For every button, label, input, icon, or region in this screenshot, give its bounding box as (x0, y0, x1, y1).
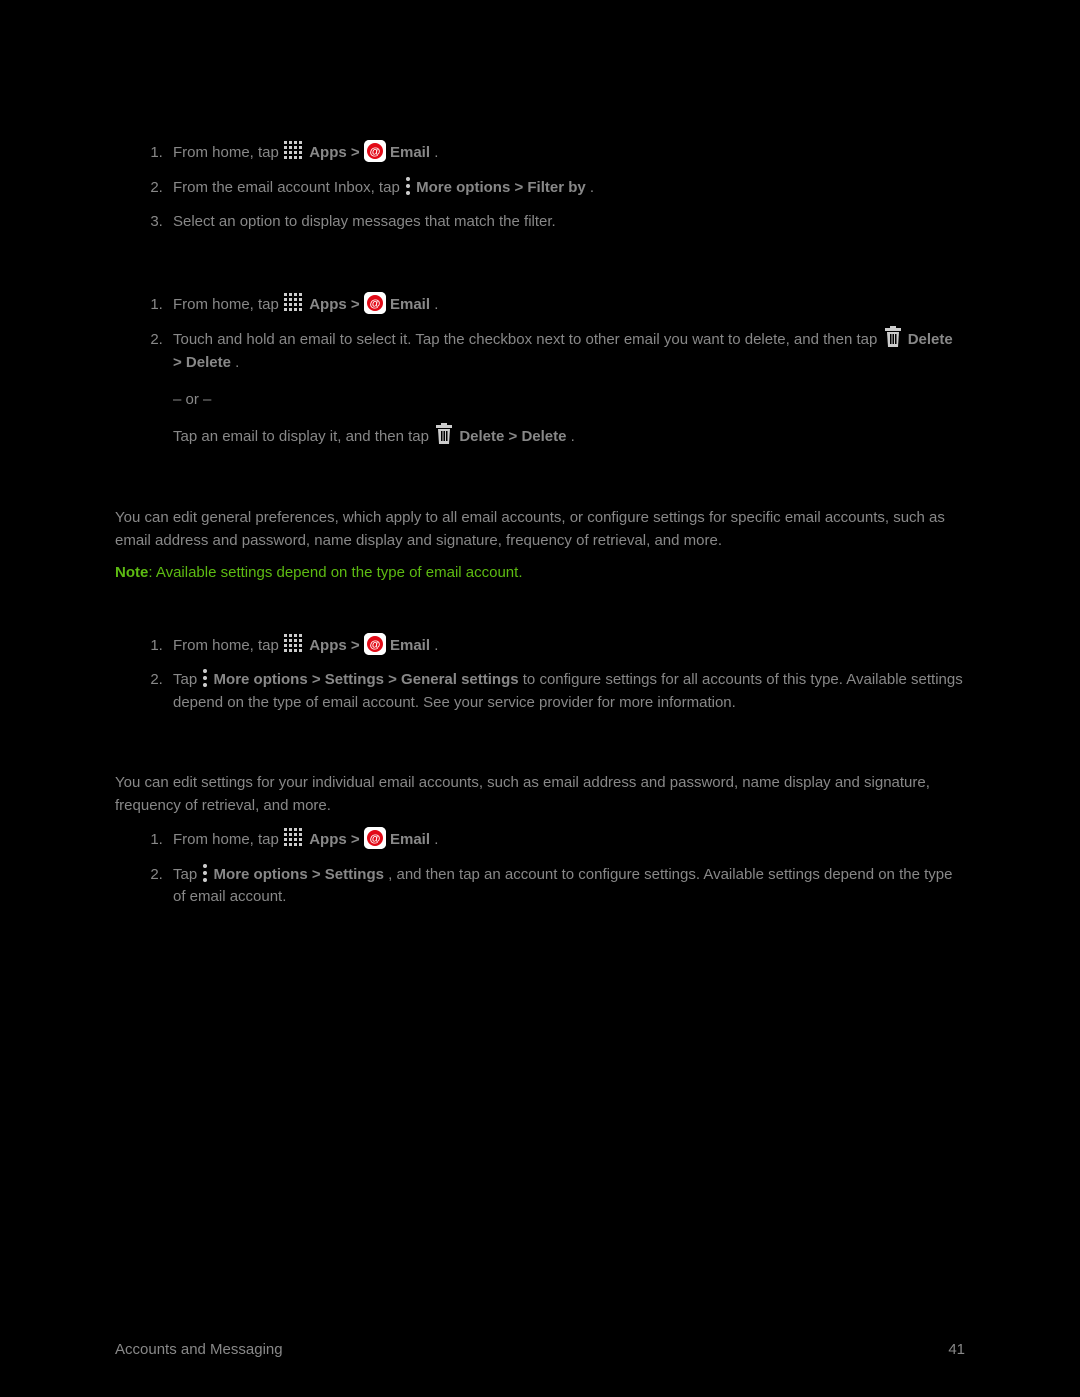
list-item: Tap More options > Settings , and then t… (167, 864, 965, 909)
more-options-label: More options > Filter by (416, 179, 586, 196)
apps-label: Apps (309, 144, 347, 161)
text: Tap (173, 866, 201, 883)
list-item: From home, tap Apps > Email . (167, 142, 965, 165)
text: Tap (173, 671, 201, 688)
email-icon (364, 633, 386, 655)
email-label: Email (390, 831, 430, 848)
note-text: : Available settings depend on the type … (148, 564, 522, 581)
settings-path-label: More options > Settings (214, 866, 384, 883)
list-item: From home, tap Apps > Email . (167, 294, 965, 317)
list-item: Select an option to display messages tha… (167, 211, 965, 234)
list-item: From home, tap Apps > Email . (167, 635, 965, 658)
email-icon (364, 827, 386, 849)
settings-path-label: More options > Settings > General settin… (214, 671, 519, 688)
separator: > (351, 831, 364, 848)
step-list-general-settings: From home, tap Apps > Email . Tap More o… (115, 635, 965, 715)
note-line: Note: Available settings depend on the t… (115, 562, 965, 585)
email-label: Email (390, 144, 430, 161)
apps-icon (283, 140, 305, 162)
text: . (434, 831, 438, 848)
list-item: Touch and hold an email to select it. Ta… (167, 328, 965, 449)
text: . (235, 354, 239, 371)
apps-label: Apps (309, 637, 347, 654)
text: From home, tap (173, 296, 283, 313)
apps-label: Apps (309, 296, 347, 313)
trash-icon (882, 325, 904, 349)
text: . (434, 144, 438, 161)
list-item: From home, tap Apps > Email . (167, 829, 965, 852)
separator: > (351, 296, 364, 313)
text: . (571, 428, 575, 445)
text: . (590, 179, 594, 196)
section-intro: You can edit settings for your individua… (115, 772, 965, 817)
step-list-account-settings: From home, tap Apps > Email . Tap More o… (115, 829, 965, 909)
apps-icon (283, 633, 305, 655)
apps-icon (283, 292, 305, 314)
text: From home, tap (173, 831, 283, 848)
section-intro: You can edit general preferences, which … (115, 507, 965, 552)
text: Touch and hold an email to select it. Ta… (173, 331, 882, 348)
text: From the email account Inbox, tap (173, 179, 404, 196)
note-label: Note (115, 564, 148, 581)
or-separator: – or – (173, 389, 965, 412)
text: Select an option to display messages tha… (173, 213, 556, 230)
text: Tap an email to display it, and then tap (173, 428, 433, 445)
trash-icon (433, 422, 455, 446)
page-footer: Accounts and Messaging 41 (115, 1339, 965, 1362)
footer-section-title: Accounts and Messaging (115, 1339, 283, 1362)
delete-label: Delete > Delete (459, 428, 566, 445)
email-label: Email (390, 296, 430, 313)
email-label: Email (390, 637, 430, 654)
apps-label: Apps (309, 831, 347, 848)
step-list-delete: From home, tap Apps > Email . Touch and … (115, 294, 965, 450)
separator: > (351, 144, 364, 161)
text: From home, tap (173, 637, 283, 654)
text: . (434, 637, 438, 654)
more-options-icon (201, 668, 209, 688)
more-options-icon (201, 863, 209, 883)
footer-page-number: 41 (948, 1339, 965, 1362)
email-icon (364, 140, 386, 162)
apps-icon (283, 827, 305, 849)
separator: > (351, 637, 364, 654)
list-item: Tap More options > Settings > General se… (167, 669, 965, 714)
email-icon (364, 292, 386, 314)
list-item: From the email account Inbox, tap More o… (167, 177, 965, 200)
text: . (434, 296, 438, 313)
more-options-icon (404, 176, 412, 196)
text: From home, tap (173, 144, 283, 161)
step-list-filter: From home, tap Apps > Email . From the e… (115, 142, 965, 234)
document-page: From home, tap Apps > Email . From the e… (0, 0, 1080, 1397)
